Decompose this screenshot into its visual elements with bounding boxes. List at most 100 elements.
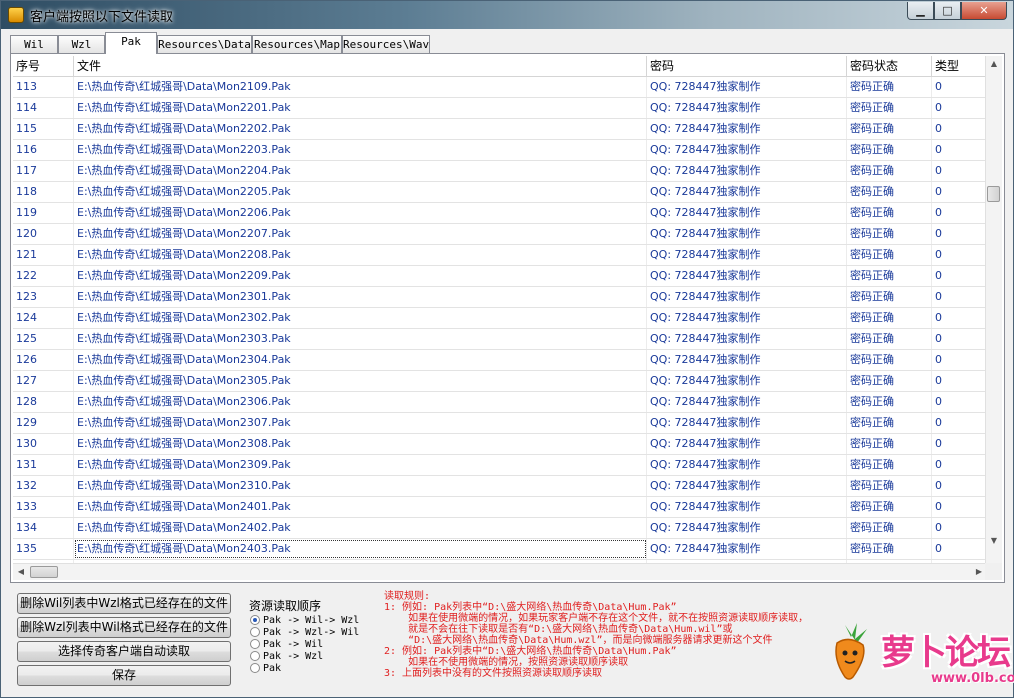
row-password[interactable]: QQ: 728447独家制作 bbox=[647, 308, 847, 328]
row-file[interactable]: E:\热血传奇\红城强哥\Data\Mon2109.Pak bbox=[74, 77, 647, 97]
row-index[interactable]: 127 bbox=[13, 371, 74, 391]
row-file[interactable]: E:\热血传奇\红城强哥\Data\Mon2209.Pak bbox=[74, 266, 647, 286]
row-type[interactable]: 0 bbox=[932, 224, 987, 244]
row-index[interactable]: 113 bbox=[13, 77, 74, 97]
row-type[interactable]: 0 bbox=[932, 203, 987, 223]
row-type[interactable]: 0 bbox=[932, 140, 987, 160]
row-index[interactable]: 128 bbox=[13, 392, 74, 412]
row-index[interactable]: 129 bbox=[13, 413, 74, 433]
row-index[interactable]: 124 bbox=[13, 308, 74, 328]
order-option-5[interactable]: Pak bbox=[250, 663, 281, 675]
row-type[interactable]: 0 bbox=[932, 329, 987, 349]
row-index[interactable]: 117 bbox=[13, 161, 74, 181]
header-index[interactable]: 序号 bbox=[13, 56, 74, 76]
row-type[interactable]: 0 bbox=[932, 308, 987, 328]
close-button[interactable]: ✕ bbox=[961, 2, 1007, 20]
table-row[interactable]: 119 E:\热血传奇\红城强哥\Data\Mon2206.Pak QQ: 7284… bbox=[13, 203, 987, 224]
row-type[interactable]: 0 bbox=[932, 434, 987, 454]
row-password[interactable]: QQ: 728447独家制作 bbox=[647, 98, 847, 118]
table-row[interactable]: 122 E:\热血传奇\红城强哥\Data\Mon2209.Pak QQ: 7284… bbox=[13, 266, 987, 287]
row-file[interactable]: E:\热血传奇\红城强哥\Data\Mon2203.Pak bbox=[74, 140, 647, 160]
horizontal-scroll-thumb[interactable] bbox=[30, 566, 58, 578]
radio-icon[interactable] bbox=[250, 651, 260, 661]
file-grid[interactable]: 序号 文件 密码 密码状态 类型 113 E:\热血传奇\红城强哥\Data\Mo… bbox=[13, 56, 987, 566]
order-option-4[interactable]: Pak -> Wzl bbox=[250, 651, 323, 663]
row-index[interactable]: 114 bbox=[13, 98, 74, 118]
tab-resources-data[interactable]: Resources\Data bbox=[157, 35, 252, 53]
row-password-status[interactable]: 密码正确 bbox=[847, 182, 932, 202]
table-row[interactable]: 130 E:\热血传奇\红城强哥\Data\Mon2308.Pak QQ: 7284… bbox=[13, 434, 987, 455]
table-row[interactable]: 135 E:\热血传奇\红城强哥\Data\Mon2403.Pak QQ: 7284… bbox=[13, 539, 987, 560]
vertical-scroll-thumb[interactable] bbox=[987, 186, 1000, 202]
row-index[interactable]: 118 bbox=[13, 182, 74, 202]
row-file[interactable]: E:\热血传奇\红城强哥\Data\Mon2403.Pak bbox=[74, 539, 647, 559]
row-file[interactable]: E:\热血传奇\红城强哥\Data\Mon2308.Pak bbox=[74, 434, 647, 454]
row-password[interactable]: QQ: 728447独家制作 bbox=[647, 392, 847, 412]
scroll-down-icon[interactable]: ▼ bbox=[986, 533, 1002, 549]
minimize-button[interactable]: ▁ bbox=[907, 2, 934, 20]
row-password[interactable]: QQ: 728447独家制作 bbox=[647, 329, 847, 349]
select-client-button[interactable]: 选择传奇客户端自动读取 bbox=[17, 641, 231, 662]
row-type[interactable]: 0 bbox=[932, 119, 987, 139]
row-password[interactable]: QQ: 728447独家制作 bbox=[647, 161, 847, 181]
row-file[interactable]: E:\热血传奇\红城强哥\Data\Mon2206.Pak bbox=[74, 203, 647, 223]
row-file[interactable]: E:\热血传奇\红城强哥\Data\Mon2303.Pak bbox=[74, 329, 647, 349]
table-row[interactable]: 132 E:\热血传奇\红城强哥\Data\Mon2310.Pak QQ: 7284… bbox=[13, 476, 987, 497]
row-password[interactable]: QQ: 728447独家制作 bbox=[647, 518, 847, 538]
row-type[interactable]: 0 bbox=[932, 161, 987, 181]
scroll-left-icon[interactable]: ◀ bbox=[13, 564, 29, 580]
row-password-status[interactable]: 密码正确 bbox=[847, 518, 932, 538]
radio-icon[interactable] bbox=[250, 663, 260, 673]
row-index[interactable]: 132 bbox=[13, 476, 74, 496]
row-file[interactable]: E:\热血传奇\红城强哥\Data\Mon2401.Pak bbox=[74, 497, 647, 517]
tab-wil[interactable]: Wil bbox=[10, 35, 58, 53]
vertical-scrollbar[interactable]: ▲ ▼ bbox=[985, 56, 1002, 566]
row-file[interactable]: E:\热血传奇\红城强哥\Data\Mon2302.Pak bbox=[74, 308, 647, 328]
scroll-up-icon[interactable]: ▲ bbox=[986, 56, 1002, 72]
row-index[interactable]: 133 bbox=[13, 497, 74, 517]
table-row[interactable]: 117 E:\热血传奇\红城强哥\Data\Mon2204.Pak QQ: 7284… bbox=[13, 161, 987, 182]
row-password-status[interactable]: 密码正确 bbox=[847, 371, 932, 391]
save-button[interactable]: 保存 bbox=[17, 665, 231, 686]
row-password-status[interactable]: 密码正确 bbox=[847, 476, 932, 496]
row-index[interactable]: 130 bbox=[13, 434, 74, 454]
row-index[interactable]: 134 bbox=[13, 518, 74, 538]
maximize-button[interactable]: □ bbox=[934, 2, 961, 20]
row-password[interactable]: QQ: 728447独家制作 bbox=[647, 119, 847, 139]
row-password-status[interactable]: 密码正确 bbox=[847, 140, 932, 160]
radio-icon[interactable] bbox=[250, 639, 260, 649]
tab-resources-map[interactable]: Resources\Map bbox=[252, 35, 342, 53]
row-index[interactable]: 121 bbox=[13, 245, 74, 265]
row-password-status[interactable]: 密码正确 bbox=[847, 308, 932, 328]
row-file[interactable]: E:\热血传奇\红城强哥\Data\Mon2309.Pak bbox=[74, 455, 647, 475]
radio-icon[interactable] bbox=[250, 615, 260, 625]
row-password-status[interactable]: 密码正确 bbox=[847, 497, 932, 517]
row-password-status[interactable]: 密码正确 bbox=[847, 98, 932, 118]
order-option-1[interactable]: Pak -> Wil-> Wzl bbox=[250, 615, 359, 627]
row-password[interactable]: QQ: 728447独家制作 bbox=[647, 224, 847, 244]
row-password-status[interactable]: 密码正确 bbox=[847, 287, 932, 307]
table-row[interactable]: 120 E:\热血传奇\红城强哥\Data\Mon2207.Pak QQ: 7284… bbox=[13, 224, 987, 245]
row-type[interactable]: 0 bbox=[932, 497, 987, 517]
table-row[interactable]: 129 E:\热血传奇\红城强哥\Data\Mon2307.Pak QQ: 7284… bbox=[13, 413, 987, 434]
row-password-status[interactable]: 密码正确 bbox=[847, 161, 932, 181]
row-type[interactable]: 0 bbox=[932, 476, 987, 496]
radio-icon[interactable] bbox=[250, 627, 260, 637]
row-password-status[interactable]: 密码正确 bbox=[847, 434, 932, 454]
row-password[interactable]: QQ: 728447独家制作 bbox=[647, 371, 847, 391]
row-index[interactable]: 120 bbox=[13, 224, 74, 244]
row-password[interactable]: QQ: 728447独家制作 bbox=[647, 434, 847, 454]
table-row[interactable]: 115 E:\热血传奇\红城强哥\Data\Mon2202.Pak QQ: 7284… bbox=[13, 119, 987, 140]
row-password[interactable]: QQ: 728447独家制作 bbox=[647, 287, 847, 307]
table-row[interactable]: 125 E:\热血传奇\红城强哥\Data\Mon2303.Pak QQ: 7284… bbox=[13, 329, 987, 350]
row-file[interactable]: E:\热血传奇\红城强哥\Data\Mon2301.Pak bbox=[74, 287, 647, 307]
row-index[interactable]: 122 bbox=[13, 266, 74, 286]
row-password-status[interactable]: 密码正确 bbox=[847, 350, 932, 370]
row-type[interactable]: 0 bbox=[932, 350, 987, 370]
row-file[interactable]: E:\热血传奇\红城强哥\Data\Mon2207.Pak bbox=[74, 224, 647, 244]
row-index[interactable]: 115 bbox=[13, 119, 74, 139]
row-password-status[interactable]: 密码正确 bbox=[847, 119, 932, 139]
delete-wzl-button[interactable]: 删除Wzl列表中Wil格式已经存在的文件 bbox=[17, 617, 231, 638]
row-file[interactable]: E:\热血传奇\红城强哥\Data\Mon2208.Pak bbox=[74, 245, 647, 265]
row-index[interactable]: 131 bbox=[13, 455, 74, 475]
